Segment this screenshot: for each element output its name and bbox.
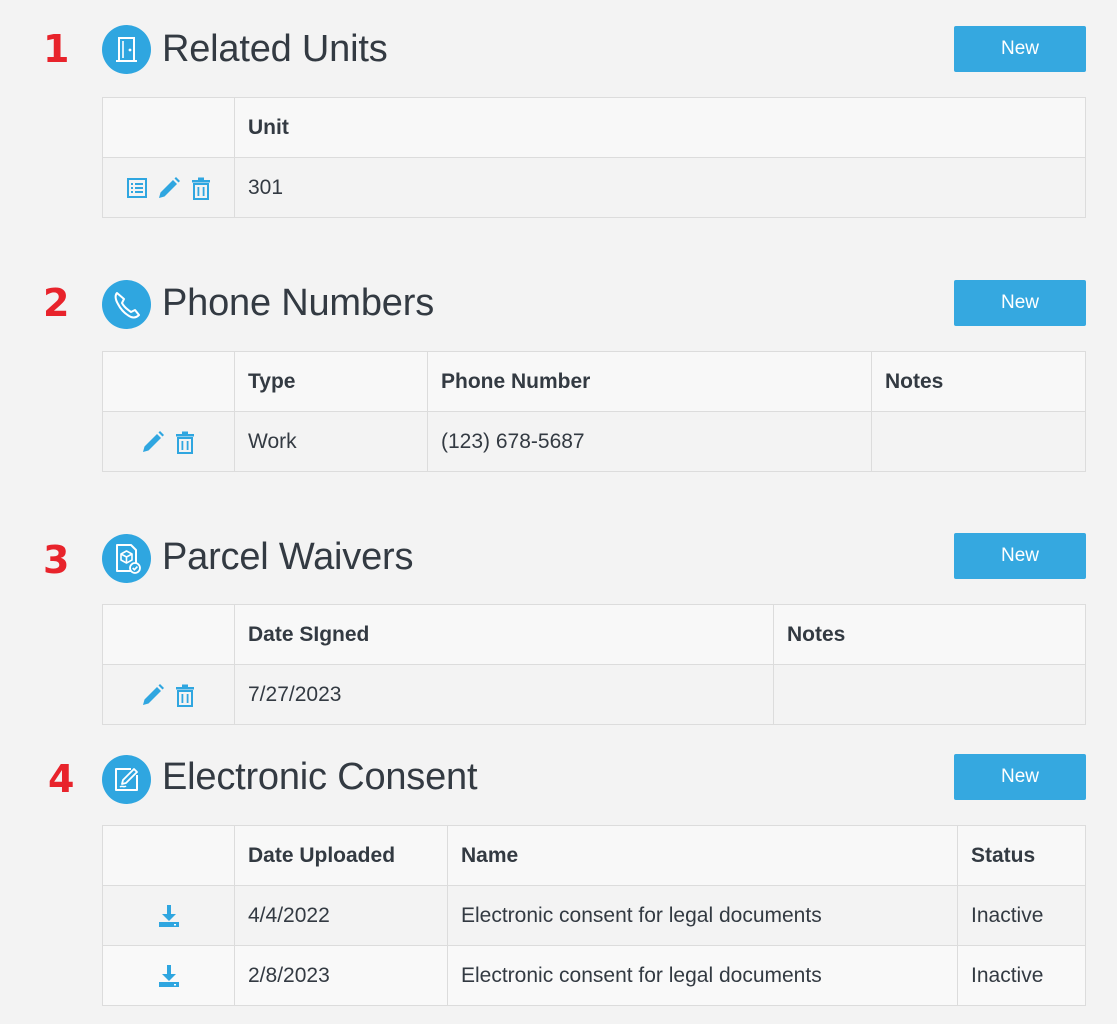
section-title: Phone Numbers — [162, 282, 434, 324]
section-marker: 1 — [43, 27, 70, 71]
download-icon[interactable] — [156, 963, 182, 989]
row-actions — [102, 945, 235, 1006]
list-icon[interactable] — [124, 175, 150, 201]
section-title: Electronic Consent — [162, 756, 478, 798]
signature-edit-icon — [102, 755, 151, 804]
column-header-name: Name — [447, 825, 958, 886]
new-related-unit-button[interactable]: New — [954, 26, 1086, 72]
table-header-row: Date Uploaded Name Status — [102, 825, 1086, 886]
table-header-row: Date SIgned Notes — [102, 604, 1086, 665]
table-row: 7/27/2023 — [102, 664, 1086, 725]
table-row: 4/4/2022 Electronic consent for legal do… — [102, 885, 1086, 946]
parcel-document-icon — [102, 534, 151, 583]
cell-date-signed: 7/27/2023 — [234, 664, 774, 725]
phone-numbers-table: Type Phone Number Notes Work (123) 678-5… — [102, 351, 1086, 472]
door-icon — [102, 25, 151, 74]
edit-icon[interactable] — [156, 175, 182, 201]
download-icon[interactable] — [156, 903, 182, 929]
row-actions — [102, 664, 235, 725]
cell-date-uploaded: 4/4/2022 — [234, 885, 448, 946]
cell-name: Electronic consent for legal documents — [447, 885, 958, 946]
actions-column-header — [102, 825, 235, 886]
column-header-date-uploaded: Date Uploaded — [234, 825, 448, 886]
cell-status: Inactive — [957, 945, 1086, 1006]
cell-status: Inactive — [957, 885, 1086, 946]
cell-name: Electronic consent for legal documents — [447, 945, 958, 1006]
cell-unit: 301 — [234, 157, 1086, 218]
phone-icon — [102, 280, 151, 329]
delete-icon[interactable] — [172, 429, 198, 455]
actions-column-header — [102, 97, 235, 158]
column-header-status: Status — [957, 825, 1086, 886]
section-marker: 3 — [43, 538, 70, 582]
cell-notes — [871, 411, 1086, 472]
edit-icon[interactable] — [140, 682, 166, 708]
new-electronic-consent-button[interactable]: New — [954, 754, 1086, 800]
column-header-date-signed: Date SIgned — [234, 604, 774, 665]
actions-column-header — [102, 351, 235, 412]
actions-column-header — [102, 604, 235, 665]
electronic-consent-table: Date Uploaded Name Status 4/4/2022 Elect… — [102, 825, 1086, 1006]
cell-date-uploaded: 2/8/2023 — [234, 945, 448, 1006]
cell-notes — [773, 664, 1086, 725]
column-header-phone-number: Phone Number — [427, 351, 872, 412]
column-header-notes: Notes — [871, 351, 1086, 412]
row-actions — [102, 157, 235, 218]
parcel-waivers-table: Date SIgned Notes 7/27/2023 — [102, 604, 1086, 725]
table-row: Work (123) 678-5687 — [102, 411, 1086, 472]
related-units-table: Unit 301 — [102, 97, 1086, 218]
section-title: Related Units — [162, 28, 388, 70]
table-header-row: Unit — [102, 97, 1086, 158]
new-parcel-waiver-button[interactable]: New — [954, 533, 1086, 579]
new-phone-number-button[interactable]: New — [954, 280, 1086, 326]
delete-icon[interactable] — [172, 682, 198, 708]
column-header-type: Type — [234, 351, 428, 412]
row-actions — [102, 411, 235, 472]
column-header-unit: Unit — [234, 97, 1086, 158]
table-header-row: Type Phone Number Notes — [102, 351, 1086, 412]
edit-icon[interactable] — [140, 429, 166, 455]
table-row: 301 — [102, 157, 1086, 218]
column-header-notes: Notes — [773, 604, 1086, 665]
cell-type: Work — [234, 411, 428, 472]
section-marker: 4 — [48, 757, 75, 801]
section-title: Parcel Waivers — [162, 536, 414, 578]
section-marker: 2 — [43, 281, 70, 325]
delete-icon[interactable] — [188, 175, 214, 201]
cell-phone-number: (123) 678-5687 — [427, 411, 872, 472]
table-row: 2/8/2023 Electronic consent for legal do… — [102, 945, 1086, 1006]
row-actions — [102, 885, 235, 946]
